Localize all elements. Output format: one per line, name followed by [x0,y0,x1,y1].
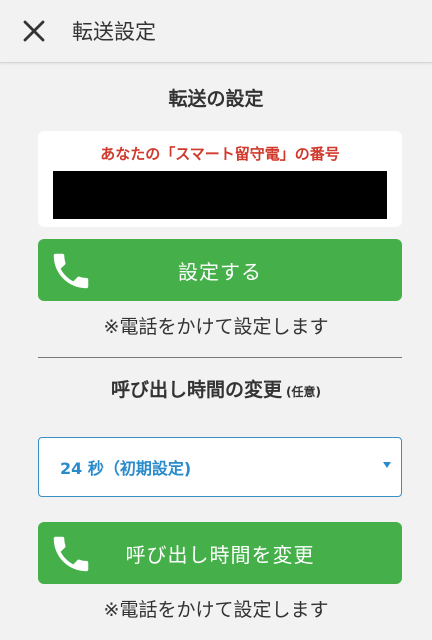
number-label: あなたの「スマート留守電」の番号 [100,145,340,163]
optional-label: (任意) [286,385,321,399]
change-ring-time-label: 呼び出し時間を変更 [125,542,315,567]
change-ring-time-button[interactable]: 呼び出し時間を変更 [38,522,402,584]
ring-time-heading-text: 呼び出し時間の変更 [111,379,283,401]
forward-section-heading: 転送の設定 [168,88,264,110]
page-title: 転送設定 [72,20,156,44]
app-bar: 転送設定 [0,0,432,63]
forward-note: ※電話をかけて設定します [103,316,329,338]
number-card: あなたの「スマート留守電」の番号 [38,131,402,227]
setup-forward-label: 設定する [178,259,262,284]
chevron-down-icon [383,462,391,468]
phone-number-redacted [53,171,387,219]
close-button[interactable] [14,11,54,51]
ring-time-note: ※電話をかけて設定します [103,599,329,621]
phone-icon [53,253,89,289]
section-divider [38,357,402,358]
ring-time-select-value: 24 秒（初期設定) [60,459,192,478]
ring-time-select[interactable]: 24 秒（初期設定) [38,437,402,497]
ring-time-heading: 呼び出し時間の変更 (任意) [0,375,432,402]
phone-icon [53,536,89,572]
close-icon [23,20,45,42]
setup-forward-button[interactable]: 設定する [38,239,402,301]
